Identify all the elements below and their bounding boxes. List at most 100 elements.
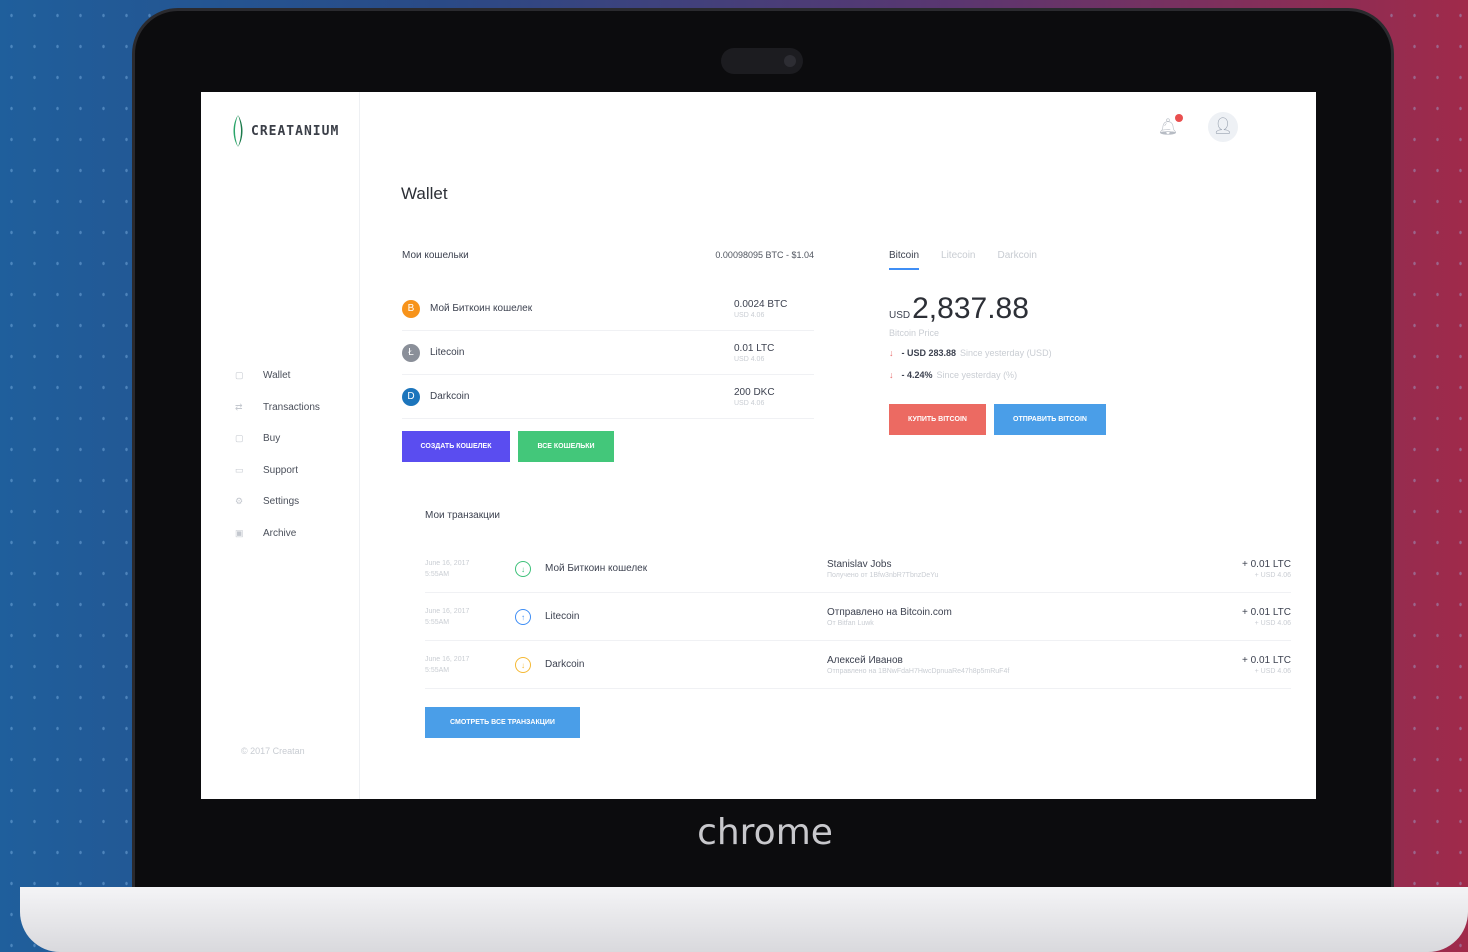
sidebar-item-label: Transactions [263,401,320,413]
transaction-amount-value: + 0.01 LTC [1241,654,1291,666]
price-value: 2,837.88 [912,292,1029,325]
wallet-row-litecoin[interactable]: Ł Litecoin 0.01 LTC USD 4.06 [402,331,814,375]
price-currency: USD [889,310,911,321]
wallets-title: Мои кошельки [402,250,469,261]
transaction-row[interactable]: June 16, 2017 5:55AM ↓ Мой Биткоин кошел… [425,545,1291,593]
sidebar-item-buy[interactable]: ▢ Buy [235,423,320,455]
price-panel: Bitcoin Litecoin Darkcoin USD 2,837.88 B… [889,250,1189,435]
settings-icon: ⚙ [235,496,244,507]
header-actions: 🔔︎ 👤︎ [1158,112,1238,142]
sidebar-item-wallet[interactable]: ▢ Wallet [235,360,320,392]
wallet-name: Мой Биткоин кошелек [430,303,533,314]
transactions-title: Мои транзакции [425,510,501,521]
received-icon: ↓ [515,560,531,577]
change-usd: ↓ - USD 283.88 Since yesterday (USD) [889,348,1189,358]
litecoin-icon: Ł [402,343,420,362]
transaction-date: June 16, 2017 5:55AM [425,558,515,580]
sidebar-item-support[interactable]: ▭ Support [235,455,320,487]
change-usd-value: - USD 283.88 [901,348,957,358]
transaction-party: Отправлено на Bitcoin.com От Bitfan Luwk [827,607,1231,627]
darkcoin-icon: D [402,387,420,406]
transaction-detail: От Bitfan Luwk [827,619,874,627]
copyright: © 2017 Creatan [241,746,305,756]
laptop-base [20,887,1468,952]
brand-name: CREATANIUM [251,123,340,139]
transaction-party-name: Алексей Иванов [827,654,903,666]
sidebar-item-label: Archive [263,527,297,539]
logo[interactable]: CREATANIUM [231,114,339,148]
camera-lens [784,55,796,67]
transaction-date-time: 5:55AM [425,666,450,674]
send-bitcoin-button[interactable]: ОТПРАВИТЬ BITCOIN [994,404,1106,435]
archive-icon: ▣ [235,527,244,538]
sidebar-item-settings[interactable]: ⚙ Settings [235,486,320,518]
tab-darkcoin[interactable]: Darkcoin [997,250,1036,270]
wallet-icon: ▢ [235,370,244,381]
change-usd-note: Since yesterday (USD) [960,348,1052,358]
wallet-row-darkcoin[interactable]: D Darkcoin 200 DKC USD 4.06 [402,375,814,419]
wallet-row-bitcoin[interactable]: B Мой Биткоин кошелек 0.0024 BTC USD 4.0… [402,287,814,331]
transaction-party: Stanislav Jobs Получено от 1Bfw3nbR7Tbnz… [827,559,1231,579]
view-all-transactions-button[interactable]: СМОТРЕТЬ ВСЕ ТРАНЗАКЦИИ [425,707,580,738]
sidebar-item-archive[interactable]: ▣ Archive [235,518,320,550]
buy-bitcoin-button[interactable]: КУПИТЬ BITCOIN [889,404,986,435]
wallet-amount: 0.01 LTC USD 4.06 [734,343,814,363]
price-display: USD 2,837.88 [889,292,1189,326]
transaction-detail: Отправлено на 1BNwFdaH7HwcDpnuaRe47h8p5m… [827,667,1010,675]
wallet-amount-value: 0.01 LTC [734,342,775,354]
transaction-party: Алексей Иванов Отправлено на 1BNwFdaH7Hw… [827,655,1231,675]
price-actions: КУПИТЬ BITCOIN ОТПРАВИТЬ BITCOIN [889,404,1189,435]
sidebar-item-label: Settings [263,496,300,508]
transactions-actions: СМОТРЕТЬ ВСЕ ТРАНЗАКЦИИ [425,707,1291,738]
sidebar-nav: ▢ Wallet ⇄ Transactions ▢ Buy ▭ Support … [235,360,320,549]
transactions-panel: Мои транзакции June 16, 2017 5:55AM ↓ Мо… [425,510,1291,738]
arrow-down-icon: ↓ [889,348,894,358]
wallet-amount-value: 200 DKC [734,386,775,398]
buy-icon: ▢ [235,433,244,444]
transaction-amount: + 0.01 LTC + USD 4.06 [1231,607,1291,627]
transaction-date-time: 5:55AM [425,570,450,578]
wallets-header: Мои кошельки 0.00098095 BTC - $1.04 [402,250,814,261]
transaction-wallet: Darkcoin [545,659,585,670]
transaction-amount-usd: + USD 4.06 [1254,667,1291,675]
transaction-row[interactable]: June 16, 2017 5:55AM ↑ Litecoin Отправле… [425,593,1291,641]
transaction-date-day: June 16, 2017 [425,607,470,615]
leaf-icon [231,114,245,148]
coin-tabs: Bitcoin Litecoin Darkcoin [889,250,1189,270]
transaction-date: June 16, 2017 5:55AM [425,606,515,628]
page-title: Wallet [401,184,448,203]
all-wallets-button[interactable]: ВСЕ КОШЕЛЬКИ [518,431,614,462]
sidebar-item-label: Support [263,464,299,476]
sidebar-item-label: Wallet [263,370,291,382]
transaction-amount-usd: + USD 4.06 [1254,571,1291,579]
transaction-wallet: Litecoin [545,611,580,622]
transaction-row[interactable]: June 16, 2017 5:55AM ↓ Darkcoin Алексей … [425,641,1291,689]
transaction-date-day: June 16, 2017 [425,559,470,567]
pending-icon: ↓ [515,656,531,673]
transaction-date-day: June 16, 2017 [425,655,470,663]
bell-icon[interactable]: 🔔︎ [1158,114,1183,137]
sidebar-item-label: Buy [263,433,281,445]
wallet-amount-value: 0.0024 BTC [734,298,788,310]
create-wallet-button[interactable]: СОЗДАТЬ КОШЕЛЕК [402,431,510,462]
wallet-amount: 0.0024 BTC USD 4.06 [734,299,814,319]
wallet-amount-usd: USD 4.06 [734,311,765,319]
transaction-date: June 16, 2017 5:55AM [425,654,515,676]
transaction-party-name: Stanislav Jobs [827,558,892,570]
tab-litecoin[interactable]: Litecoin [941,250,975,270]
wallet-amount: 200 DKC USD 4.06 [734,387,814,407]
transaction-party-name: Отправлено на Bitcoin.com [827,606,952,618]
user-icon[interactable]: 👤︎ [1208,112,1238,142]
bitcoin-icon: B [402,299,420,318]
tab-bitcoin[interactable]: Bitcoin [889,250,920,270]
transaction-amount-value: + 0.01 LTC [1241,606,1291,618]
wallet-name: Litecoin [430,347,465,358]
transaction-amount-value: + 0.01 LTC [1241,558,1291,570]
transactions-icon: ⇄ [235,401,243,412]
wallets-panel: Мои кошельки 0.00098095 BTC - $1.04 B Мо… [402,250,814,462]
wallets-total: 0.00098095 BTC - $1.04 [715,250,814,260]
sidebar-item-transactions[interactable]: ⇄ Transactions [235,392,320,424]
arrow-down-icon: ↓ [889,370,894,380]
price-label: Bitcoin Price [889,328,940,338]
wallet-amount-usd: USD 4.06 [734,399,765,407]
